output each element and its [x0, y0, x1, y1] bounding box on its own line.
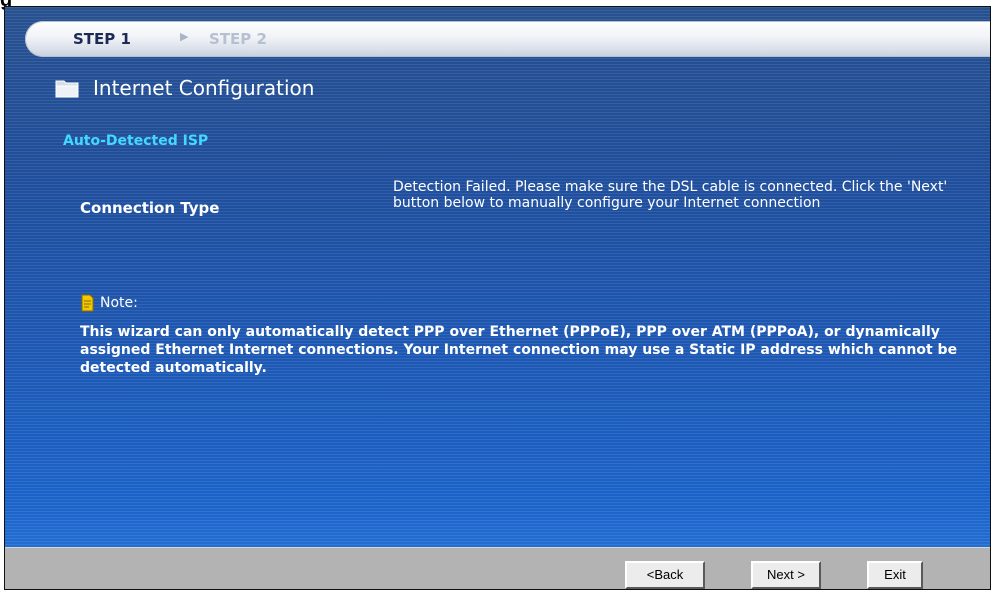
chevron-right-icon: ▶ [180, 30, 189, 43]
note-text: This wizard can only automatically detec… [80, 324, 958, 376]
step-1-label: STEP 1 [73, 30, 131, 48]
step-2-label: STEP 2 [209, 30, 267, 48]
note-header: Note: [80, 294, 138, 312]
title-row: Internet Configuration [55, 73, 314, 103]
note-icon [81, 294, 94, 312]
step-indicator: STEP 1 ▶ STEP 2 [25, 21, 990, 57]
connection-status-message: Detection Failed. Please make sure the D… [393, 179, 948, 211]
wizard-window: STEP 1 ▶ STEP 2 Internet Configuration A… [4, 6, 991, 590]
page: g STEP 1 ▶ STEP 2 Internet Configuration… [0, 0, 995, 592]
note-label: Note: [100, 295, 138, 311]
next-button[interactable]: Next > [751, 561, 821, 589]
back-button[interactable]: <Back [625, 561, 705, 589]
button-bar: <Back Next > Exit [5, 547, 990, 589]
page-title: Internet Configuration [93, 76, 315, 100]
section-heading: Auto-Detected ISP [63, 133, 209, 149]
folder-icon [55, 80, 79, 98]
exit-button[interactable]: Exit [867, 561, 923, 589]
connection-type-label: Connection Type [80, 199, 220, 217]
